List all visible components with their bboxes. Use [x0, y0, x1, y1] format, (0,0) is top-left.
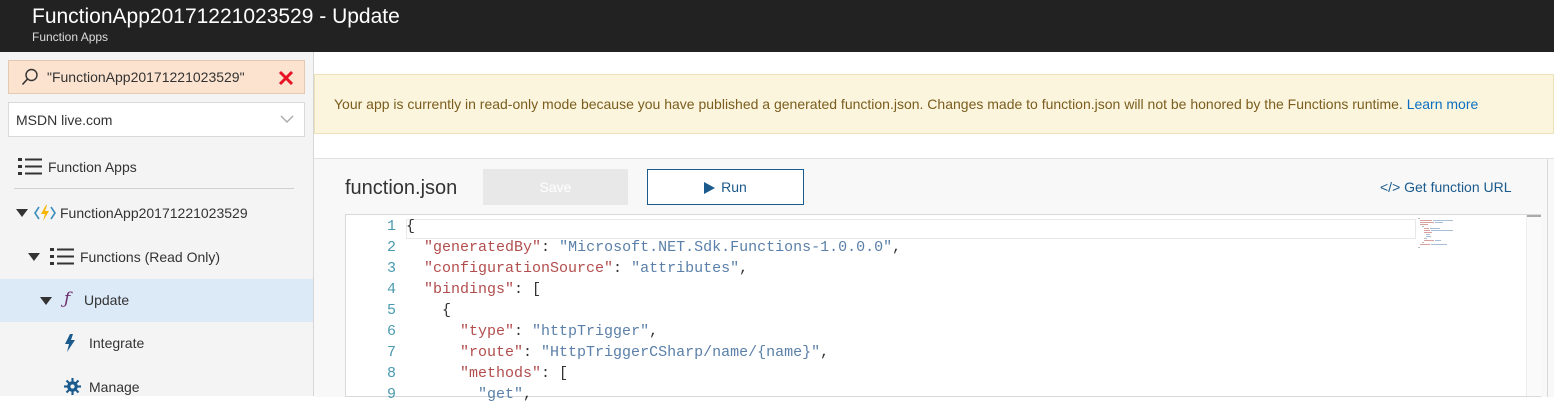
- lightning-icon: [65, 334, 75, 352]
- code-line: "configurationSource": "attributes",: [424, 260, 749, 277]
- panel-border: [1547, 159, 1548, 397]
- code-line: "generatedBy": "Microsoft.NET.Sdk.Functi…: [424, 239, 902, 256]
- subscription-value: MSDN live.com: [16, 112, 113, 128]
- sidebar-item-label: Update: [84, 292, 130, 308]
- scrollbar-track[interactable]: [1527, 215, 1541, 396]
- line-number: 5: [386, 302, 396, 319]
- line-number: 2: [386, 239, 396, 256]
- sidebar-item-label: Integrate: [89, 335, 145, 351]
- code-line: "methods": [: [460, 365, 569, 382]
- function-icon: ƒ: [64, 289, 71, 309]
- editor-panel: function.json Save Run </> Get function …: [314, 158, 1554, 403]
- code-line: {: [406, 218, 416, 235]
- line-number: 1: [386, 218, 396, 235]
- sidebar-item-label: Function Apps: [48, 159, 137, 175]
- code-line: "type": "httpTrigger",: [460, 323, 659, 340]
- banner-message: Your app is currently in read-only mode …: [334, 96, 1479, 112]
- line-number: 7: [386, 344, 396, 361]
- sidebar-item-integrate[interactable]: Integrate: [0, 322, 313, 364]
- sidebar-item-functions[interactable]: Functions (Read Only): [0, 236, 313, 278]
- chevron-down-icon: [280, 115, 294, 123]
- sidebar-item-label: Manage: [89, 379, 140, 395]
- sidebar-item-label: FunctionApp20171221023529: [60, 205, 248, 221]
- sidebar-item-manage[interactable]: Manage: [0, 366, 313, 408]
- search-input[interactable]: "FunctionApp20171221023529": [47, 69, 245, 85]
- subscription-select[interactable]: MSDN live.com: [8, 102, 305, 137]
- scrollbar-thumb-indicator: [1527, 215, 1541, 217]
- page-title: FunctionApp20171221023529 - Update: [32, 5, 400, 28]
- page-subtitle: Function Apps: [32, 30, 109, 44]
- save-button[interactable]: Save: [483, 169, 628, 205]
- current-line-highlight: [406, 219, 1416, 239]
- code-line: "bindings": [: [424, 281, 542, 298]
- list-icon: [18, 158, 42, 175]
- learn-more-link[interactable]: Learn more: [1407, 96, 1479, 112]
- sidebar-item-function-apps[interactable]: Function Apps: [0, 146, 313, 188]
- list-icon: [50, 248, 74, 265]
- line-number: 9: [386, 386, 396, 403]
- search-filter[interactable]: "FunctionApp20171221023529": [8, 60, 305, 94]
- line-number: 4: [386, 281, 396, 298]
- code-minimap[interactable]: [1418, 217, 1458, 251]
- line-number: 6: [386, 323, 396, 340]
- search-icon: [21, 68, 38, 86]
- code-line: "route": "HttpTriggerCSharp/name/{name}"…: [460, 344, 830, 361]
- close-icon[interactable]: [277, 69, 295, 87]
- sidebar: "FunctionApp20171221023529" MSDN live.co…: [0, 52, 314, 396]
- sidebar-item-function-app[interactable]: FunctionApp20171221023529: [0, 192, 313, 234]
- run-label: Run: [721, 179, 747, 195]
- sidebar-item-update[interactable]: ƒ Update: [0, 279, 313, 322]
- get-function-url-link[interactable]: </> Get function URL: [1380, 179, 1512, 195]
- top-bar: FunctionApp20171221023529 - Update Funct…: [0, 0, 1554, 52]
- caret-down-icon[interactable]: [40, 296, 52, 306]
- main-content: Your app is currently in read-only mode …: [314, 52, 1554, 403]
- gear-icon: [64, 378, 81, 395]
- function-app-icon: [34, 205, 56, 221]
- run-button[interactable]: Run: [647, 169, 804, 205]
- read-only-banner: Your app is currently in read-only mode …: [314, 74, 1554, 134]
- divider: [14, 188, 294, 189]
- code-editor[interactable]: 1 2 3 4 5 6 7 8 9 { "generatedBy": "Micr…: [345, 214, 1541, 403]
- vertical-scrollbar[interactable]: [1526, 215, 1541, 396]
- code-line: {: [406, 302, 452, 319]
- sidebar-item-label: Functions (Read Only): [80, 249, 221, 265]
- line-number: 8: [386, 365, 396, 382]
- line-number-gutter: 1 2 3 4 5 6 7 8 9: [346, 215, 404, 403]
- file-name: function.json: [345, 177, 458, 199]
- line-number: 3: [386, 260, 396, 277]
- caret-down-icon[interactable]: [28, 252, 40, 262]
- caret-down-icon[interactable]: [16, 208, 28, 218]
- play-icon: [704, 182, 716, 195]
- code-line: "get",: [478, 386, 533, 403]
